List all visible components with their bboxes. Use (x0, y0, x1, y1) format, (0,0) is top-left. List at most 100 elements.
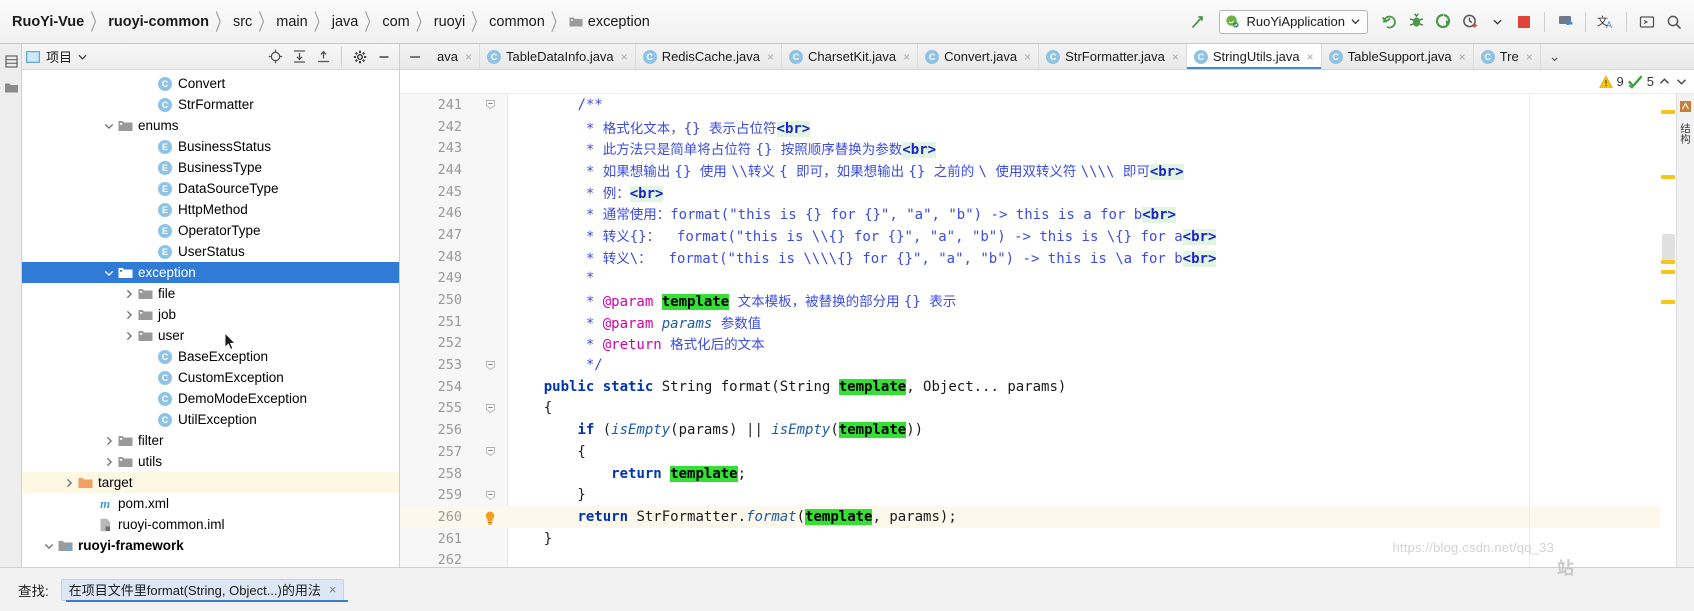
chevron-down-icon[interactable] (104, 268, 114, 278)
close-icon[interactable]: × (1526, 50, 1533, 64)
chevron-right-icon[interactable] (124, 289, 134, 299)
debug-icon[interactable] (1404, 10, 1428, 34)
editor-tab-tabledatainfo-java[interactable]: C TableDataInfo.java × (480, 44, 636, 69)
tree-item-target[interactable]: target (22, 472, 399, 493)
tree-item-businessstatus[interactable]: E BusinessStatus (22, 136, 399, 157)
code-line[interactable]: 250 * @param template 文本模板，被替换的部分用 {} 表示 (400, 289, 1694, 311)
structure-icon[interactable] (0, 48, 22, 74)
breadcrumb-item-ruoyi[interactable]: ruoyi (432, 14, 467, 30)
code-lines[interactable]: 241 /** 242 * 格式化文本，{} 表示占位符<br> 243 * 此方法… (400, 70, 1694, 567)
tree-item-utils[interactable]: utils (22, 451, 399, 472)
maven-icon[interactable] (1679, 100, 1692, 113)
code-line[interactable]: 245 * 例：<br> (400, 181, 1694, 203)
tree-item-job[interactable]: job (22, 304, 399, 325)
close-icon[interactable]: × (1459, 50, 1466, 64)
code-fold-marker[interactable] (472, 490, 508, 500)
chevron-right-icon[interactable] (104, 436, 114, 446)
tree-item-pom-xml[interactable]: m pom.xml (22, 493, 399, 514)
tree-item-demomodeexception[interactable]: C DemoModeException (22, 388, 399, 409)
chevron-down-icon[interactable] (104, 121, 114, 131)
tree-twisty[interactable] (62, 478, 76, 488)
build-icon[interactable] (1186, 10, 1210, 34)
code-line[interactable]: 242 * 格式化文本，{} 表示占位符<br> (400, 116, 1694, 138)
editor-tab-convert-java[interactable]: C Convert.java × (918, 44, 1040, 69)
code-fold-marker[interactable] (472, 100, 508, 110)
expand-all-icon[interactable] (288, 46, 310, 68)
code-line[interactable]: 256 if (isEmpty(params) || isEmpty(templ… (400, 419, 1694, 441)
chevron-right-icon[interactable] (124, 331, 134, 341)
chevron-right-icon[interactable] (124, 310, 134, 320)
code-line[interactable]: 243 * 此方法只是简单将占位符 {} 按照顺序替换为参数<br> (400, 137, 1694, 159)
tree-item-datasourcetype[interactable]: E DataSourceType (22, 178, 399, 199)
breadcrumb-item-common[interactable]: common (487, 14, 547, 30)
tree-item-strformatter[interactable]: C StrFormatter (22, 94, 399, 115)
chevron-right-icon[interactable] (104, 457, 114, 467)
code-editor[interactable]: 241 /** 242 * 格式化文本，{} 表示占位符<br> 243 * 此方法… (400, 70, 1694, 567)
chevron-up-icon[interactable] (1658, 75, 1671, 88)
code-line[interactable]: 254 public static String format(String t… (400, 376, 1694, 398)
tree-twisty[interactable] (42, 541, 56, 551)
chevron-down-icon[interactable] (44, 541, 54, 551)
editor-scrollbar[interactable] (1660, 94, 1676, 567)
stop-icon[interactable] (1512, 10, 1536, 34)
chevron-right-icon[interactable] (64, 478, 74, 488)
breadcrumb-item-java[interactable]: java (330, 14, 361, 30)
close-icon[interactable]: × (767, 50, 774, 64)
tree-item-ruoyi-framework[interactable]: ruoyi-framework (22, 535, 399, 556)
close-icon[interactable]: × (621, 50, 628, 64)
chevron-down-icon[interactable] (1675, 75, 1688, 88)
close-icon[interactable]: × (1024, 50, 1031, 64)
tree-twisty[interactable] (102, 121, 116, 131)
run-icon[interactable] (1377, 10, 1401, 34)
code-line[interactable]: 241 /** (400, 94, 1694, 116)
services-icon[interactable] (1553, 10, 1577, 34)
run-configuration-selector[interactable]: RuoYiApplication (1219, 9, 1368, 34)
editor-tab-bar[interactable]: ava × C TableDataInfo.java × C RedisCache.java… (400, 44, 1694, 70)
hide-icon[interactable] (373, 46, 395, 68)
editor-tab-tre[interactable]: C Tre × (1474, 44, 1541, 69)
code-line[interactable]: 246 * 通常使用：format("this is {} for {}", "… (400, 202, 1694, 224)
tree-item-exception[interactable]: exception (22, 262, 399, 283)
tree-twisty[interactable] (122, 289, 136, 299)
code-line[interactable]: 252 * @return 格式化后的文本 (400, 333, 1694, 355)
project-files-icon[interactable] (0, 74, 22, 100)
intention-bulb-icon[interactable] (484, 511, 496, 525)
editor-tab-stringutils-java[interactable]: C StringUtils.java × (1186, 44, 1322, 69)
tree-twisty[interactable] (102, 457, 116, 467)
close-icon[interactable]: × (465, 50, 472, 64)
settings-gear-icon[interactable] (349, 46, 371, 68)
tree-item-httpmethod[interactable]: E HttpMethod (22, 199, 399, 220)
code-fold-marker[interactable] (472, 447, 508, 457)
editor-tab-strformatter-java[interactable]: C StrFormatter.java × (1039, 44, 1187, 69)
tree-item-ruoyi-common-iml[interactable]: ruoyi-common.iml (22, 514, 399, 535)
close-icon[interactable]: × (1172, 50, 1179, 64)
editor-tab-charsetkit-java[interactable]: C CharsetKit.java × (782, 44, 919, 69)
tree-item-file[interactable]: file (22, 283, 399, 304)
tree-twisty[interactable] (102, 436, 116, 446)
close-icon[interactable]: × (329, 582, 337, 597)
scrollbar-warning-marker[interactable] (1661, 110, 1675, 114)
warning-triangle-icon[interactable] (1598, 74, 1613, 89)
code-line[interactable]: 244 * 如果想输出 {} 使用 \\转义 { 即可，如果想输出 {} 之前的… (400, 159, 1694, 181)
breadcrumb-item-main[interactable]: main (274, 14, 309, 30)
tree-item-baseexception[interactable]: C BaseException (22, 346, 399, 367)
tree-item-utilexception[interactable]: C UtilException (22, 409, 399, 430)
profile-icon[interactable] (1458, 10, 1482, 34)
find-scope-chip[interactable]: 在项目文件里format(String, Object...)的用法 × (60, 578, 345, 601)
breadcrumb-item-ruoyi-vue[interactable]: RuoYi-Vue (10, 14, 86, 30)
scrollbar-warning-marker[interactable] (1661, 260, 1675, 264)
tree-item-user[interactable]: user (22, 325, 399, 346)
tab-overflow-icon[interactable]: ⌄ (1541, 44, 1569, 69)
close-icon[interactable]: × (1307, 50, 1314, 64)
tree-item-filter[interactable]: filter (22, 430, 399, 451)
tree-item-userstatus[interactable]: E UserStatus (22, 241, 399, 262)
code-line[interactable]: 258 return template; (400, 463, 1694, 485)
structure-rail-label[interactable]: 结构 (1678, 123, 1693, 144)
close-icon[interactable]: × (903, 50, 910, 64)
search-everywhere-icon[interactable] (1662, 10, 1686, 34)
code-line[interactable]: 255 { (400, 398, 1694, 420)
code-line[interactable]: 253 */ (400, 354, 1694, 376)
tree-item-customexception[interactable]: C CustomException (22, 367, 399, 388)
hide-editor-icon[interactable] (400, 44, 430, 69)
editor-tab-rediscache-java[interactable]: C RedisCache.java × (636, 44, 782, 69)
